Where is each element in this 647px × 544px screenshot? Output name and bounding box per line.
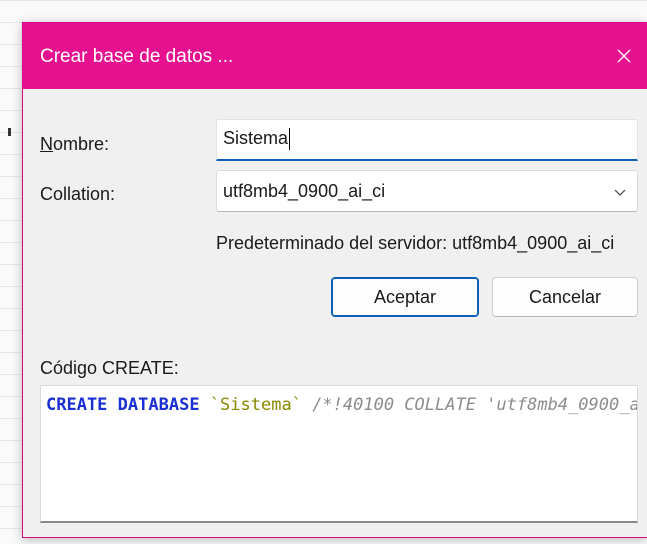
cancel-button[interactable]: Cancelar — [492, 277, 638, 317]
name-label-text: ombre: — [53, 134, 110, 154]
collation-select[interactable]: utf8mb4_0900_ai_ci — [216, 170, 638, 212]
collation-label: Collation: — [40, 184, 116, 204]
name-label: Nombre: — [40, 133, 109, 155]
code-identifier: `Sistema` — [209, 395, 302, 415]
dialog-title: Crear base de datos ... — [40, 46, 234, 67]
create-code-editor[interactable]: CREATE DATABASE `Sistema` /*!40100 COLLA… — [40, 385, 638, 523]
close-icon — [617, 49, 631, 63]
name-field[interactable]: Sistema — [216, 119, 638, 161]
code-keyword-database: DATABASE — [117, 395, 200, 415]
code-comment: /*!40100 COLLATE 'utf8mb4_0900_ai_ci' */ — [312, 395, 638, 415]
create-database-dialog: Crear base de datos ... Nombre: Sistema … — [22, 22, 647, 538]
code-keyword-create: CREATE — [46, 395, 108, 415]
server-default-collation: Predeterminado del servidor: utf8mb4_090… — [216, 233, 615, 253]
close-button[interactable] — [601, 23, 647, 89]
name-input[interactable] — [216, 119, 638, 161]
chevron-down-icon — [614, 189, 626, 196]
create-code-label: Código CREATE: — [40, 358, 179, 378]
collation-selected-value: utf8mb4_0900_ai_ci — [223, 181, 386, 201]
background-fragment — [8, 128, 11, 136]
title-bar: Crear base de datos ... — [23, 23, 647, 89]
accept-button[interactable]: Aceptar — [331, 277, 479, 317]
name-label-accelerator: N — [40, 134, 53, 154]
